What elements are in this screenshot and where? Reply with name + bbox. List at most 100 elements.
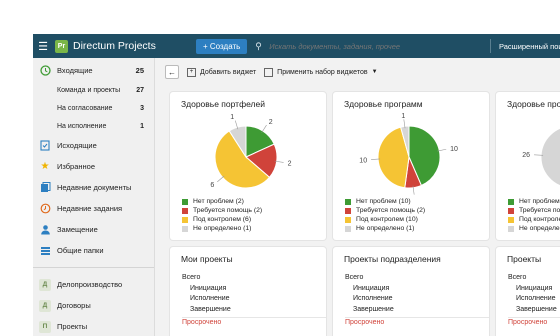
module-letter-icon: П (39, 320, 51, 333)
row-label: Просрочено (182, 319, 222, 326)
sidebar-item-label: Избранное (57, 162, 96, 171)
legend-item[interactable]: Нет проблем (508, 197, 560, 206)
add-widget-button[interactable]: + Добавить виджет (187, 67, 256, 77)
legend-label: Нет проблем (2) (193, 198, 244, 205)
legend-item[interactable]: Требуется помощь (2) (182, 206, 262, 215)
sidebar-subitem-for-execution[interactable]: На исполнение 1 (33, 117, 154, 135)
legend-item[interactable]: Не определено (1) (345, 224, 425, 233)
sidebar-item-inbox[interactable]: Входящие 25 (33, 60, 154, 81)
sidebar-item-shared-folders[interactable]: Общие папки (33, 240, 154, 261)
table-divider (345, 317, 489, 318)
legend-item[interactable]: Под контролем (10) (345, 215, 425, 224)
sidebar-item-label: Делопроизводство (57, 280, 123, 289)
apply-widget-set-button[interactable]: Применить набор виджетов ▼ (264, 67, 378, 77)
table-row[interactable]: Просрочено (508, 319, 560, 330)
pie-data-label: 1 (401, 113, 405, 120)
table-row[interactable]: Исполнение9 (345, 295, 489, 306)
sidebar-item-label: Общие папки (57, 246, 104, 255)
row-label: Всего (508, 274, 527, 281)
sidebar-item-favorites[interactable]: ★ Избранное (33, 156, 154, 177)
pie-data-label: 26 (522, 152, 530, 159)
hamburger-menu-icon[interactable]: ☰ (33, 34, 53, 58)
table-row[interactable]: Инициация31 (182, 285, 326, 296)
sidebar-item-label: Недавние задания (57, 204, 123, 213)
row-label: Исполнение (516, 295, 556, 302)
sidebar-subitem-team-projects[interactable]: Команда и проекты 27 (33, 81, 154, 99)
row-label: Инициация (353, 284, 390, 292)
sidebar-item-label: Проекты (57, 322, 88, 331)
legend-item[interactable]: Под контролем (508, 215, 560, 224)
top-bar: ☰ Pr Directum Projects + Создать ⚲ Расши… (33, 34, 560, 58)
pie-slice[interactable] (540, 126, 560, 188)
project-stats-table: Всего40Инициация31Исполнение9Завершение0… (345, 274, 489, 330)
sidebar-item-label: Договоры (57, 301, 91, 310)
legend-label: Нет проблем (10) (356, 198, 411, 205)
pie-chart: 102101 (359, 113, 458, 195)
pie-data-label: 10 (359, 157, 367, 164)
legend-swatch (508, 216, 514, 223)
create-button[interactable]: + Создать (196, 38, 248, 54)
widget-title: Здоровье портфелей (181, 99, 265, 109)
legend-item[interactable]: Не определено (1) (182, 224, 262, 233)
row-label: Просрочено (345, 319, 385, 326)
for-approval-count: 3 (140, 104, 144, 112)
sidebar-item-label: Команда и проекты (57, 86, 121, 94)
sidebar-module-contracts[interactable]: Д Договоры (33, 295, 154, 316)
legend-swatch (508, 225, 514, 232)
widget-title: Здоровье проектов (507, 99, 560, 109)
sidebar-module-records[interactable]: Д Делопроизводство (33, 274, 154, 295)
sidebar-module-projects[interactable]: П Проекты (33, 316, 154, 336)
legend-label: Не определено (1) (356, 225, 415, 232)
sidebar-item-recent-documents[interactable]: Недавние документы (33, 177, 154, 198)
table-row[interactable]: Всего40 (345, 274, 489, 285)
row-label: Инициация (190, 284, 227, 292)
table-row[interactable]: Инициация31 (345, 285, 489, 296)
legend-item[interactable]: Нет проблем (2) (182, 197, 262, 206)
widget-program-health: Здоровье программ 102101 Нет проблем (10… (333, 92, 489, 240)
module-letter-icon: Д (39, 278, 51, 291)
legend-item[interactable]: Требуется помощь (508, 206, 560, 215)
sidebar-item-label: На исполнение (57, 122, 107, 130)
legend-item[interactable]: Требуется помощь (2) (345, 206, 425, 215)
sidebar-item-substitution[interactable]: Замещение (33, 219, 154, 240)
sidebar-subitem-for-approval[interactable]: На согласование 3 (33, 99, 154, 117)
legend-swatch (508, 207, 514, 214)
star-icon: ★ (40, 161, 50, 172)
legend-item[interactable]: Нет проблем (10) (345, 197, 425, 206)
widget-my-projects: Мои проекты Всего40Инициация31Исполнение… (170, 247, 326, 336)
table-row[interactable]: Всего40 (182, 274, 326, 285)
widget-project-health: Здоровье проектов 261126 Нет проблем Треб… (496, 92, 560, 240)
legend-item[interactable]: Под контролем (6) (182, 215, 262, 224)
widget-projects: Проекты Всего Инициация Исполнение Завершен… (496, 247, 560, 336)
table-row[interactable]: Завершение0 (182, 306, 326, 317)
widget-grid-icon (264, 67, 274, 77)
sidebar-item-label: Исходящие (57, 141, 97, 150)
table-row[interactable]: Всего (508, 274, 560, 285)
widget-portfolio-health: Здоровье портфелей 2 2 6 1 Нет проблем (2) Т… (170, 92, 326, 240)
table-row[interactable]: Просрочено1 (345, 319, 489, 330)
legend-label: Требуется помощь (519, 207, 560, 214)
sidebar-item-recent-tasks[interactable]: Недавние задания (33, 198, 154, 219)
row-label: Завершение (516, 305, 557, 313)
search-input[interactable] (269, 41, 490, 51)
search-bar: ⚲ (255, 38, 490, 54)
sidebar-item-label: Замещение (57, 225, 98, 234)
chart-legend: Нет проблем Требуется помощь Под контролем… (508, 197, 560, 233)
legend-item[interactable]: Не определено (508, 224, 560, 233)
project-stats-table: Всего Инициация Исполнение Завершение Просро… (508, 274, 560, 330)
back-arrow-icon[interactable]: ← (165, 65, 179, 79)
search-icon[interactable]: ⚲ (255, 41, 269, 52)
legend-swatch (182, 207, 188, 214)
chart-legend: Нет проблем (2) Требуется помощь (2) Под к… (182, 197, 262, 233)
sidebar-item-outgoing[interactable]: Исходящие (33, 135, 154, 156)
table-row[interactable]: Завершение (508, 306, 560, 317)
table-row[interactable]: Просрочено1 (182, 319, 326, 330)
table-row[interactable]: Исполнение9 (182, 295, 326, 306)
legend-label: Под контролем (6) (193, 216, 252, 223)
table-row[interactable]: Исполнение (508, 295, 560, 306)
row-label: Всего (182, 274, 201, 281)
folder-stack-icon (39, 245, 51, 257)
table-row[interactable]: Завершение0 (345, 306, 489, 317)
table-row[interactable]: Инициация (508, 285, 560, 296)
advanced-search-button[interactable]: Расширенный поиск (490, 39, 560, 53)
